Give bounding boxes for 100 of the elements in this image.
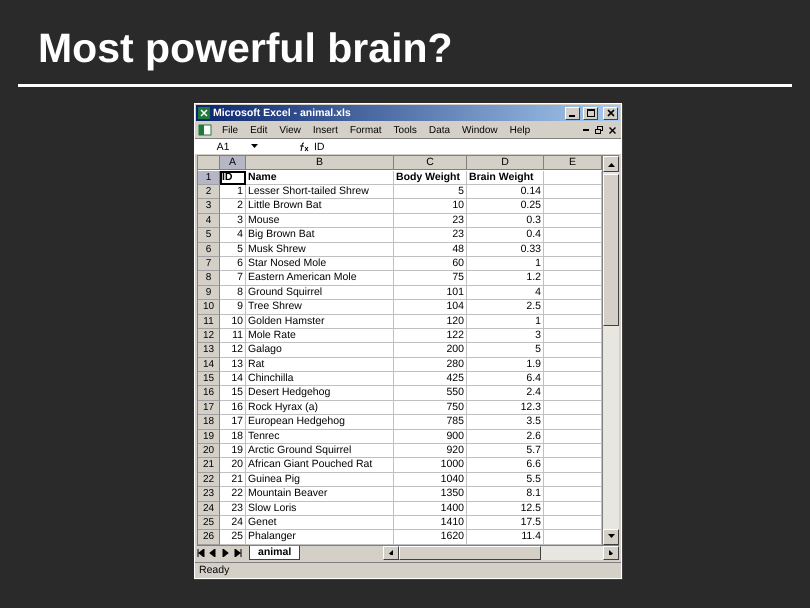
row-header[interactable]: 12 <box>198 328 220 344</box>
row-header[interactable]: 20 <box>198 444 220 458</box>
table-cell: 23 <box>394 228 467 243</box>
table-cell: Little Brown Bat <box>246 199 394 214</box>
table-cell: Slow Loris <box>246 502 394 516</box>
scroll-thumb[interactable] <box>399 546 541 560</box>
scroll-left-button[interactable] <box>383 546 399 560</box>
select-all-corner[interactable] <box>198 156 220 170</box>
menu-item[interactable]: File <box>216 124 244 136</box>
close-button[interactable] <box>603 106 618 120</box>
row-header[interactable]: 4 <box>198 214 220 228</box>
row-header[interactable]: 14 <box>198 358 220 372</box>
row-header[interactable]: 10 <box>198 300 220 314</box>
sheet-tab[interactable]: animal <box>249 546 300 560</box>
row-header[interactable]: 22 <box>198 472 220 488</box>
table-cell: 60 <box>394 256 467 272</box>
column-header[interactable]: B <box>246 156 394 170</box>
name-box[interactable]: A1 <box>195 140 251 153</box>
row-header[interactable]: 8 <box>198 271 220 286</box>
table-cell: 0.14 <box>467 184 544 200</box>
scroll-down-button[interactable] <box>603 528 619 545</box>
row-header[interactable]: 21 <box>198 458 220 473</box>
row-header[interactable]: 13 <box>198 343 220 358</box>
menu-item[interactable]: Insert <box>306 124 344 136</box>
horizontal-scrollbar[interactable] <box>383 546 619 560</box>
table-cell: 11.4 <box>467 530 544 545</box>
table-cell: 48 <box>394 242 467 257</box>
table-cell: 1350 <box>394 487 467 502</box>
table-cell: Tree Shrew <box>246 300 394 314</box>
row-header[interactable]: 2 <box>198 184 220 200</box>
column-header[interactable]: C <box>394 156 467 170</box>
close-icon[interactable] <box>609 126 616 134</box>
table-cell: European Hedgehog <box>246 415 394 430</box>
scroll-up-button[interactable] <box>603 156 619 172</box>
table-cell: 1.2 <box>467 271 544 286</box>
table-cell: 120 <box>394 314 467 329</box>
restore-icon[interactable] <box>595 126 603 134</box>
menu-item[interactable]: Format <box>344 124 388 136</box>
row-header[interactable]: 15 <box>198 372 220 386</box>
scroll-thumb[interactable] <box>603 174 619 326</box>
function-icon[interactable] <box>298 142 310 152</box>
down-arrow-icon <box>608 534 614 540</box>
table-cell: 101 <box>394 286 467 300</box>
table-cell: Tenrec <box>246 430 394 444</box>
table-cell: 2.5 <box>467 300 544 314</box>
row-header[interactable]: 19 <box>198 430 220 444</box>
minimize-button[interactable] <box>565 106 580 120</box>
row-header[interactable]: 6 <box>198 242 220 257</box>
menu-item[interactable]: Data <box>422 124 456 136</box>
table-cell: Arctic Ground Squirrel <box>246 444 394 458</box>
minimize-icon[interactable] <box>583 129 589 132</box>
table-cell: Guinea Pig <box>246 472 394 488</box>
menu-item[interactable]: Window <box>456 124 504 136</box>
table-cell: 12.3 <box>467 400 544 416</box>
row-header[interactable]: 9 <box>198 286 220 300</box>
formula-field[interactable]: ID <box>314 140 324 153</box>
column-header[interactable]: A <box>220 156 246 170</box>
table-cell: 1040 <box>394 472 467 488</box>
table-cell: 6.6 <box>467 458 544 473</box>
row-header[interactable]: 16 <box>198 386 220 401</box>
menu-item[interactable]: Tools <box>388 124 423 136</box>
row-header[interactable]: 17 <box>198 400 220 416</box>
column-header[interactable]: D <box>467 156 544 170</box>
table-cell: 10 <box>220 314 246 329</box>
row-header[interactable]: 23 <box>198 487 220 502</box>
table-cell: Name <box>246 170 394 185</box>
table-cell: 5 <box>220 242 246 257</box>
menu-item[interactable]: Help <box>504 124 536 136</box>
row-header[interactable]: 24 <box>198 502 220 516</box>
row-header[interactable]: 25 <box>198 516 220 530</box>
table-cell: 5 <box>467 343 544 358</box>
row-header[interactable]: 18 <box>198 415 220 430</box>
row-header[interactable]: 1 <box>198 170 220 185</box>
table-cell: 0.33 <box>467 242 544 257</box>
table-cell: 4 <box>220 228 246 243</box>
table-cell: 0.25 <box>467 199 544 214</box>
table-cell: 0.3 <box>467 214 544 228</box>
table-cell: 6 <box>220 256 246 272</box>
table-cell: 785 <box>394 415 467 430</box>
row-header[interactable]: 11 <box>198 314 220 329</box>
row-header[interactable]: 3 <box>198 199 220 214</box>
row-header[interactable]: 5 <box>198 228 220 243</box>
row-header[interactable]: 7 <box>198 256 220 272</box>
scroll-right-button[interactable] <box>603 546 619 560</box>
spreadsheet-icon <box>198 107 210 120</box>
menu-item[interactable]: Edit <box>244 124 274 136</box>
column-header[interactable]: E <box>544 156 602 170</box>
table-cell: 3 <box>220 214 246 228</box>
workbook-icon[interactable] <box>198 124 212 136</box>
maximize-button[interactable] <box>583 106 598 120</box>
table-cell: 5.7 <box>467 444 544 458</box>
row-header[interactable]: 26 <box>198 530 220 545</box>
table-cell: Ground Squirrel <box>246 286 394 300</box>
table-cell: 200 <box>394 343 467 358</box>
table-cell: 4 <box>467 286 544 300</box>
menu-item[interactable]: View <box>273 124 307 136</box>
vertical-scrollbar[interactable] <box>602 156 619 545</box>
table-cell: 8.1 <box>467 487 544 502</box>
close-icon <box>606 109 614 118</box>
table-cell: Big Brown Bat <box>246 228 394 243</box>
